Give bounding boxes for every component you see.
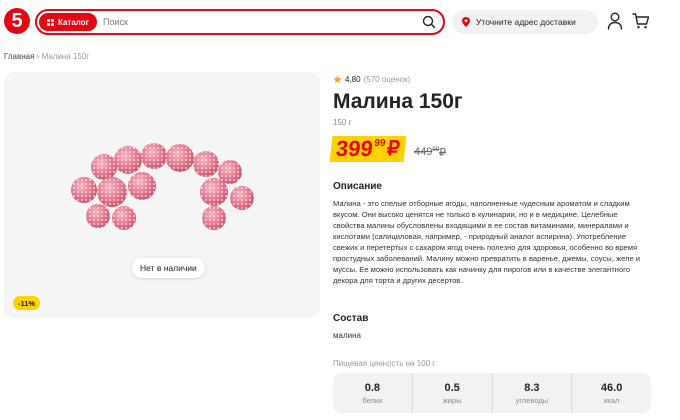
nutrition-value: 8.3 — [524, 381, 540, 394]
breadcrumb: Главная › Малина 150г — [4, 52, 89, 61]
logo[interactable]: 5 — [4, 8, 30, 34]
search-icon[interactable] — [421, 14, 437, 30]
star-icon — [333, 75, 342, 84]
nutrition-label: жиры — [442, 395, 462, 405]
old-price-currency: ₽ — [439, 147, 447, 159]
nutrition-value: 0.8 — [364, 381, 381, 394]
nutrition-item-carbs: 8.3 углеводы — [493, 373, 573, 413]
nutrition-item-proteins: 0.8 белки — [333, 373, 413, 413]
composition-text: малина — [333, 331, 361, 340]
rating-count: (570 оценок) — [363, 75, 411, 84]
nutrition-label: углеводы — [515, 395, 549, 405]
product-weight: 150 г — [333, 118, 352, 127]
nutrition-heading: Пищевая ценность на 100 г — [333, 359, 436, 368]
breadcrumb-current: Малина 150г — [41, 52, 90, 61]
composition-heading: Состав — [333, 313, 369, 324]
catalog-button[interactable]: Каталог — [39, 13, 97, 31]
breadcrumb-home[interactable]: Главная — [4, 52, 34, 61]
location-pin-icon — [462, 17, 470, 27]
user-icon[interactable] — [607, 12, 623, 30]
description-text: Малина - это спелые отборные ягоды, напо… — [333, 199, 641, 285]
catalog-label: Каталог — [58, 17, 89, 27]
nutrition-item-kcal: 46.0 ккал — [572, 373, 651, 413]
nutrition-table: 0.8 белки 0.5 жиры 8.3 углеводы 46.0 кка… — [333, 373, 651, 413]
nutrition-item-fats: 0.5 жиры — [413, 373, 493, 413]
rating-value: 4,80 — [345, 75, 361, 84]
product-rating[interactable]: 4,80 (570 оценок) — [333, 75, 410, 84]
search-input[interactable] — [103, 14, 413, 30]
price-rubles: 399 — [334, 136, 375, 161]
delivery-address-label: Уточните адрес доставки — [476, 17, 576, 27]
old-price-kopecks: 99 — [432, 147, 440, 153]
raspberries-image — [71, 143, 254, 230]
product-title: Малина 150г — [333, 90, 463, 113]
product-image-card[interactable]: Нет в наличии — [4, 72, 320, 318]
price-kopecks: 99 — [373, 138, 386, 149]
out-of-stock-badge: Нет в наличии — [132, 258, 205, 278]
cart-icon[interactable] — [632, 12, 650, 30]
discount-badge: -11% — [13, 296, 41, 310]
nutrition-value: 0.5 — [444, 381, 460, 394]
description-heading: Описание — [333, 181, 382, 192]
nutrition-value: 46.0 — [600, 381, 623, 394]
search-bar: Каталог — [35, 9, 445, 35]
breadcrumb-separator: › — [36, 52, 40, 61]
price-currency: ₽ — [385, 138, 401, 160]
grid-icon — [47, 18, 54, 26]
header: 5 Каталог Уточните адрес доставки — [0, 0, 680, 44]
nutrition-label: ккал — [603, 395, 620, 405]
nutrition-label: белки — [362, 395, 383, 405]
old-price: 449 99 ₽ — [414, 146, 446, 159]
delivery-address-button[interactable]: Уточните адрес доставки — [452, 10, 598, 34]
current-price: 399 99 ₽ — [329, 136, 406, 162]
old-price-rubles: 449 — [414, 146, 433, 158]
